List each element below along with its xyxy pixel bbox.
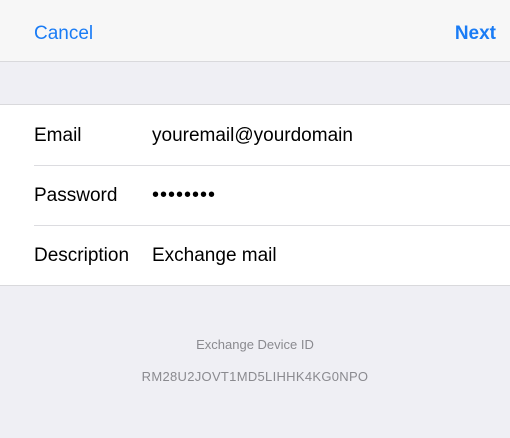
device-id-value: RM28U2JOVT1MD5LIHHK4KG0NPO: [141, 369, 369, 384]
device-id-title: Exchange Device ID: [196, 337, 314, 352]
description-row[interactable]: Description Exchange mail: [0, 225, 510, 285]
cancel-button[interactable]: Cancel: [34, 22, 93, 46]
email-label: Email: [34, 125, 82, 146]
email-row[interactable]: Email youremail@yourdomain: [0, 105, 510, 165]
description-field[interactable]: Exchange mail: [152, 244, 277, 268]
description-label: Description: [34, 245, 130, 266]
exchange-account-screen: Cancel Next Email youremail@yourdomain P…: [0, 0, 510, 438]
device-id-footer: Exchange Device ID RM28U2JOVT1MD5LIHHK4K…: [0, 330, 510, 386]
navigation-bar: Cancel Next: [0, 0, 510, 62]
password-label: Password: [34, 185, 118, 206]
email-field[interactable]: youremail@yourdomain: [152, 124, 353, 148]
account-form: Email youremail@yourdomain Password ••••…: [0, 104, 510, 286]
password-field[interactable]: ••••••••: [152, 183, 216, 207]
password-row[interactable]: Password ••••••••: [0, 165, 510, 225]
next-button[interactable]: Next: [455, 22, 496, 46]
